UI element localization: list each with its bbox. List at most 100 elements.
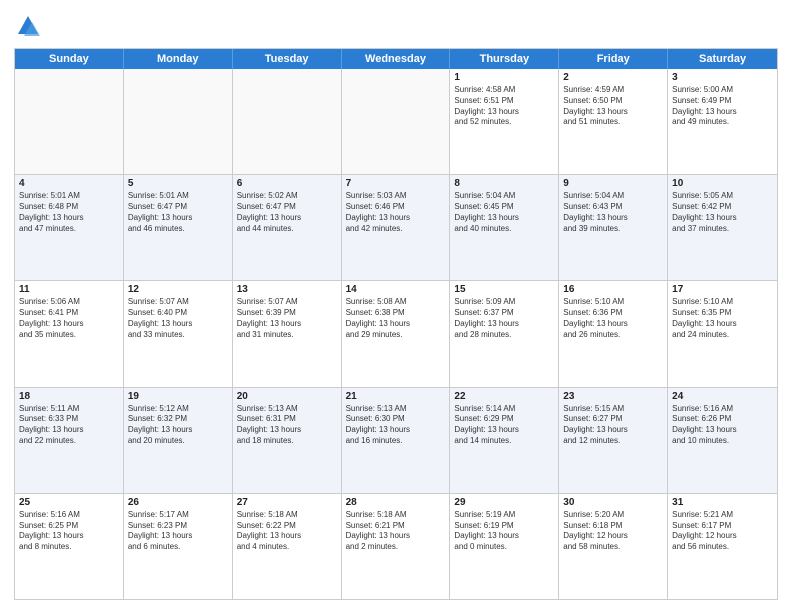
day-number: 21 [346,391,446,402]
day-number: 23 [563,391,663,402]
day-number: 14 [346,284,446,295]
day-info: Sunrise: 5:20 AM Sunset: 6:18 PM Dayligh… [563,510,663,553]
day-number: 25 [19,497,119,508]
header-day-thursday: Thursday [450,49,559,69]
day-cell-6: 6 Sunrise: 5:02 AM Sunset: 6:47 PM Daylig… [233,175,342,280]
day-cell-21: 21 Sunrise: 5:13 AM Sunset: 6:30 PM Dayli… [342,388,451,493]
empty-cell [15,69,124,174]
day-info: Sunrise: 5:11 AM Sunset: 6:33 PM Dayligh… [19,404,119,447]
header-day-friday: Friday [559,49,668,69]
day-cell-1: 1 Sunrise: 4:58 AM Sunset: 6:51 PM Daylig… [450,69,559,174]
day-cell-30: 30 Sunrise: 5:20 AM Sunset: 6:18 PM Dayli… [559,494,668,599]
day-number: 30 [563,497,663,508]
day-info: Sunrise: 4:59 AM Sunset: 6:50 PM Dayligh… [563,85,663,128]
day-number: 15 [454,284,554,295]
header-day-sunday: Sunday [15,49,124,69]
day-number: 5 [128,178,228,189]
calendar-row-1: 4 Sunrise: 5:01 AM Sunset: 6:48 PM Daylig… [15,175,777,281]
day-cell-24: 24 Sunrise: 5:16 AM Sunset: 6:26 PM Dayli… [668,388,777,493]
header-day-tuesday: Tuesday [233,49,342,69]
day-info: Sunrise: 5:08 AM Sunset: 6:38 PM Dayligh… [346,297,446,340]
day-info: Sunrise: 5:07 AM Sunset: 6:39 PM Dayligh… [237,297,337,340]
day-number: 24 [672,391,773,402]
day-number: 2 [563,72,663,83]
day-number: 8 [454,178,554,189]
empty-cell [233,69,342,174]
day-info: Sunrise: 5:13 AM Sunset: 6:30 PM Dayligh… [346,404,446,447]
day-cell-12: 12 Sunrise: 5:07 AM Sunset: 6:40 PM Dayli… [124,281,233,386]
day-cell-8: 8 Sunrise: 5:04 AM Sunset: 6:45 PM Daylig… [450,175,559,280]
calendar-row-3: 18 Sunrise: 5:11 AM Sunset: 6:33 PM Dayli… [15,388,777,494]
day-info: Sunrise: 5:16 AM Sunset: 6:26 PM Dayligh… [672,404,773,447]
empty-cell [342,69,451,174]
day-cell-13: 13 Sunrise: 5:07 AM Sunset: 6:39 PM Dayli… [233,281,342,386]
day-number: 27 [237,497,337,508]
day-number: 3 [672,72,773,83]
day-info: Sunrise: 5:18 AM Sunset: 6:22 PM Dayligh… [237,510,337,553]
day-info: Sunrise: 5:21 AM Sunset: 6:17 PM Dayligh… [672,510,773,553]
logo-icon [14,12,42,40]
day-cell-18: 18 Sunrise: 5:11 AM Sunset: 6:33 PM Dayli… [15,388,124,493]
day-number: 22 [454,391,554,402]
calendar-header: SundayMondayTuesdayWednesdayThursdayFrid… [15,49,777,69]
day-number: 19 [128,391,228,402]
day-info: Sunrise: 5:05 AM Sunset: 6:42 PM Dayligh… [672,191,773,234]
calendar: SundayMondayTuesdayWednesdayThursdayFrid… [14,48,778,600]
day-info: Sunrise: 5:02 AM Sunset: 6:47 PM Dayligh… [237,191,337,234]
day-cell-26: 26Sunrise: 5:17 AM Sunset: 6:23 PM Dayli… [124,494,233,599]
day-cell-5: 5 Sunrise: 5:01 AM Sunset: 6:47 PM Daylig… [124,175,233,280]
calendar-row-4: 25 Sunrise: 5:16 AM Sunset: 6:25 PM Dayli… [15,494,777,599]
day-info: Sunrise: 5:10 AM Sunset: 6:35 PM Dayligh… [672,297,773,340]
day-info: Sunrise: 5:16 AM Sunset: 6:25 PM Dayligh… [19,510,119,553]
day-cell-28: 28Sunrise: 5:18 AM Sunset: 6:21 PM Dayli… [342,494,451,599]
day-info: Sunrise: 5:15 AM Sunset: 6:27 PM Dayligh… [563,404,663,447]
day-number: 10 [672,178,773,189]
day-info: Sunrise: 5:03 AM Sunset: 6:46 PM Dayligh… [346,191,446,234]
day-number: 31 [672,497,773,508]
day-cell-16: 16 Sunrise: 5:10 AM Sunset: 6:36 PM Dayli… [559,281,668,386]
day-info: Sunrise: 5:01 AM Sunset: 6:48 PM Dayligh… [19,191,119,234]
day-number: 20 [237,391,337,402]
day-number: 16 [563,284,663,295]
calendar-row-0: 1 Sunrise: 4:58 AM Sunset: 6:51 PM Daylig… [15,69,777,175]
day-info: Sunrise: 5:17 AM Sunset: 6:23 PM Dayligh… [128,510,228,553]
day-info: Sunrise: 5:00 AM Sunset: 6:49 PM Dayligh… [672,85,773,128]
day-number: 29 [454,497,554,508]
day-number: 6 [237,178,337,189]
day-info: Sunrise: 5:04 AM Sunset: 6:45 PM Dayligh… [454,191,554,234]
day-cell-11: 11Sunrise: 5:06 AM Sunset: 6:41 PM Dayli… [15,281,124,386]
day-cell-2: 2 Sunrise: 4:59 AM Sunset: 6:50 PM Daylig… [559,69,668,174]
day-info: Sunrise: 5:14 AM Sunset: 6:29 PM Dayligh… [454,404,554,447]
day-info: Sunrise: 4:58 AM Sunset: 6:51 PM Dayligh… [454,85,554,128]
day-cell-20: 20 Sunrise: 5:13 AM Sunset: 6:31 PM Dayli… [233,388,342,493]
day-cell-23: 23 Sunrise: 5:15 AM Sunset: 6:27 PM Dayli… [559,388,668,493]
day-cell-25: 25 Sunrise: 5:16 AM Sunset: 6:25 PM Dayli… [15,494,124,599]
calendar-body: 1 Sunrise: 4:58 AM Sunset: 6:51 PM Daylig… [15,69,777,599]
day-info: Sunrise: 5:01 AM Sunset: 6:47 PM Dayligh… [128,191,228,234]
calendar-row-2: 11Sunrise: 5:06 AM Sunset: 6:41 PM Dayli… [15,281,777,387]
day-number: 13 [237,284,337,295]
day-cell-17: 17Sunrise: 5:10 AM Sunset: 6:35 PM Dayli… [668,281,777,386]
day-cell-14: 14 Sunrise: 5:08 AM Sunset: 6:38 PM Dayli… [342,281,451,386]
day-number: 12 [128,284,228,295]
header-day-wednesday: Wednesday [342,49,451,69]
day-info: Sunrise: 5:19 AM Sunset: 6:19 PM Dayligh… [454,510,554,553]
day-info: Sunrise: 5:18 AM Sunset: 6:21 PM Dayligh… [346,510,446,553]
day-info: Sunrise: 5:13 AM Sunset: 6:31 PM Dayligh… [237,404,337,447]
day-number: 18 [19,391,119,402]
empty-cell [124,69,233,174]
day-info: Sunrise: 5:10 AM Sunset: 6:36 PM Dayligh… [563,297,663,340]
day-cell-3: 3 Sunrise: 5:00 AM Sunset: 6:49 PM Daylig… [668,69,777,174]
header-day-saturday: Saturday [668,49,777,69]
day-number: 1 [454,72,554,83]
day-info: Sunrise: 5:04 AM Sunset: 6:43 PM Dayligh… [563,191,663,234]
logo [14,12,46,40]
day-cell-27: 27 Sunrise: 5:18 AM Sunset: 6:22 PM Dayli… [233,494,342,599]
page: SundayMondayTuesdayWednesdayThursdayFrid… [0,0,792,612]
day-info: Sunrise: 5:09 AM Sunset: 6:37 PM Dayligh… [454,297,554,340]
day-number: 11 [19,284,119,295]
day-number: 4 [19,178,119,189]
day-info: Sunrise: 5:07 AM Sunset: 6:40 PM Dayligh… [128,297,228,340]
day-cell-7: 7Sunrise: 5:03 AM Sunset: 6:46 PM Daylig… [342,175,451,280]
day-cell-9: 9Sunrise: 5:04 AM Sunset: 6:43 PM Daylig… [559,175,668,280]
